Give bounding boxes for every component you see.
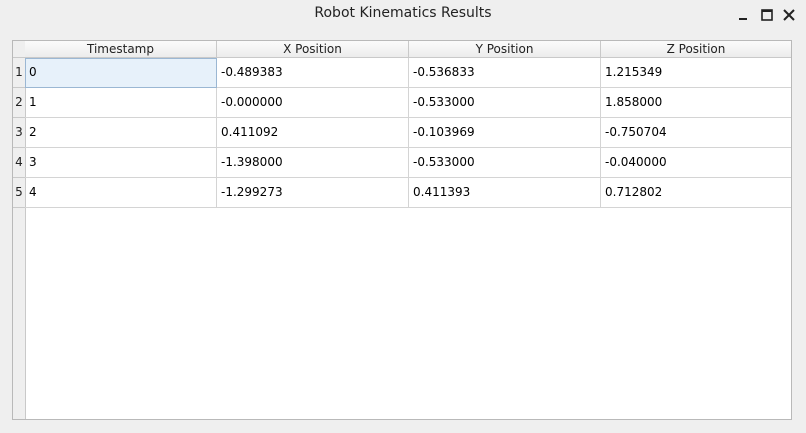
table-cell[interactable]: -1.398000	[217, 148, 409, 178]
table-cell[interactable]: 3	[25, 148, 217, 178]
table-cell[interactable]: -0.000000	[217, 88, 409, 118]
column-header-y-position[interactable]: Y Position	[409, 41, 601, 58]
results-window: Robot Kinematics Results Timestamp X Posi…	[0, 0, 806, 433]
table-corner-button[interactable]	[13, 41, 25, 58]
row-header[interactable]: 2	[13, 88, 25, 118]
table-cell[interactable]: 1.215349	[601, 58, 791, 88]
table-cell[interactable]: 0	[25, 58, 217, 88]
maximize-button[interactable]	[759, 7, 775, 23]
table-cell[interactable]: 0.411393	[409, 178, 601, 208]
close-icon	[783, 9, 795, 21]
table-cell[interactable]: -0.536833	[409, 58, 601, 88]
table-cell[interactable]: -0.103969	[409, 118, 601, 148]
column-header-x-position[interactable]: X Position	[217, 41, 409, 58]
table-cell[interactable]: -0.533000	[409, 88, 601, 118]
table-cell[interactable]: 4	[25, 178, 217, 208]
row-header[interactable]: 4	[13, 148, 25, 178]
table-cell[interactable]: 0.712802	[601, 178, 791, 208]
window-title: Robot Kinematics Results	[314, 5, 492, 21]
close-button[interactable]	[781, 7, 797, 23]
table-cell[interactable]: -0.040000	[601, 148, 791, 178]
row-header[interactable]: 1	[13, 58, 25, 88]
minimize-icon	[739, 18, 747, 20]
maximize-icon	[761, 9, 773, 21]
title-bar[interactable]: Robot Kinematics Results	[0, 0, 806, 30]
table-cell[interactable]: -0.750704	[601, 118, 791, 148]
table-cell[interactable]: -0.489383	[217, 58, 409, 88]
results-table[interactable]: Timestamp X Position Y Position Z Position 1…	[12, 40, 792, 420]
minimize-button[interactable]	[735, 7, 751, 23]
table-cell[interactable]: 1.858000	[601, 88, 791, 118]
row-header[interactable]: 5	[13, 178, 25, 208]
table-cell[interactable]: 2	[25, 118, 217, 148]
column-header-timestamp[interactable]: Timestamp	[25, 41, 217, 58]
column-header-z-position[interactable]: Z Position	[601, 41, 791, 58]
table-cell[interactable]: 0.411092	[217, 118, 409, 148]
table-cell[interactable]: -0.533000	[409, 148, 601, 178]
table-cell[interactable]: -1.299273	[217, 178, 409, 208]
table-cell[interactable]: 1	[25, 88, 217, 118]
row-header[interactable]: 3	[13, 118, 25, 148]
